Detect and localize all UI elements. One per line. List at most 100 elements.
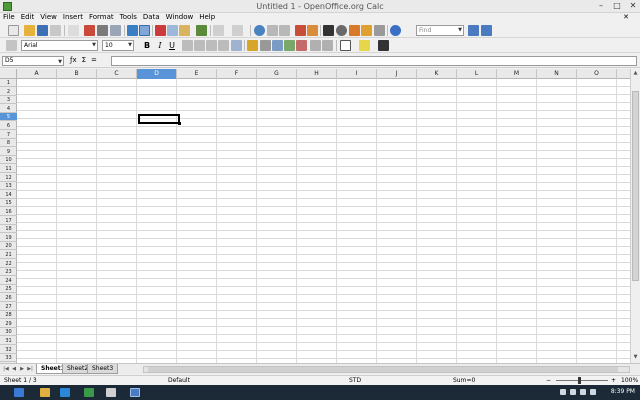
zoom-level[interactable]: 100% [621, 377, 638, 384]
navigator-icon[interactable] [336, 25, 347, 36]
edit-file-icon[interactable] [68, 25, 79, 36]
column-header-h[interactable]: H [297, 69, 337, 79]
row-header-19[interactable]: 19 [0, 234, 17, 242]
vertical-scroll-thumb[interactable] [632, 91, 639, 281]
scroll-up-icon[interactable]: ▲ [631, 69, 640, 78]
row-header-13[interactable]: 13 [0, 182, 17, 191]
borders-icon[interactable] [340, 40, 351, 51]
dropbox-icon[interactable] [60, 388, 70, 397]
network-icon[interactable] [570, 389, 576, 395]
italic-button[interactable]: I [155, 40, 165, 51]
background-color-icon[interactable] [359, 40, 370, 51]
font-name-select[interactable]: Arial ▼ [21, 40, 98, 51]
function-wizard-icon[interactable]: ƒx [70, 56, 77, 64]
row-header-2[interactable]: 2 [0, 88, 17, 96]
chevron-down-icon[interactable]: ▼ [128, 42, 132, 48]
close-button[interactable]: ✕ [628, 1, 638, 10]
row-header-17[interactable]: 17 [0, 217, 17, 225]
next-sheet-icon[interactable]: ▶ [18, 365, 26, 373]
formula-input[interactable] [111, 56, 637, 66]
minimize-button[interactable]: – [596, 1, 606, 10]
column-header-o[interactable]: O [577, 69, 617, 79]
paste-icon[interactable] [179, 25, 190, 36]
delete-decimal-icon[interactable] [296, 40, 307, 51]
save-icon[interactable] [37, 25, 48, 36]
currency-format-icon[interactable] [247, 40, 258, 51]
app-icon[interactable] [106, 388, 116, 397]
column-header-l[interactable]: L [457, 69, 497, 79]
volume-icon[interactable] [580, 389, 586, 395]
row-header-12[interactable]: 12 [0, 174, 17, 182]
row-header-29[interactable]: 29 [0, 320, 17, 328]
find-previous-icon[interactable] [481, 25, 492, 36]
increase-indent-icon[interactable] [322, 40, 333, 51]
font-color-icon[interactable] [378, 40, 389, 51]
tab-sheet3[interactable]: Sheet3 [87, 364, 119, 374]
row-header-18[interactable]: 18 [0, 225, 17, 234]
tray-arrow-icon[interactable] [560, 389, 566, 395]
selection-mode[interactable]: STD [349, 377, 361, 384]
row-header-21[interactable]: 21 [0, 251, 17, 259]
row-header-5[interactable]: 5 [0, 113, 17, 122]
column-header-d[interactable]: D [137, 69, 177, 79]
row-header-20[interactable]: 20 [0, 242, 17, 251]
row-header-15[interactable]: 15 [0, 199, 17, 208]
function-icon[interactable]: = [91, 56, 97, 64]
menu-format[interactable]: Format [89, 13, 114, 23]
row-header-11[interactable]: 11 [0, 165, 17, 173]
row-header-9[interactable]: 9 [0, 148, 17, 156]
row-header-6[interactable]: 6 [0, 122, 17, 130]
close-document-icon[interactable]: ✕ [623, 13, 629, 21]
email-icon[interactable] [50, 25, 61, 36]
styles-icon[interactable] [6, 40, 17, 51]
page-preview-icon[interactable] [110, 25, 121, 36]
sort-ascending-icon[interactable] [267, 25, 278, 36]
horizontal-scroll-thumb[interactable] [148, 367, 618, 372]
chevron-down-icon[interactable]: ▼ [58, 58, 62, 66]
row-header-24[interactable]: 24 [0, 277, 17, 285]
percent-format-icon[interactable] [260, 40, 271, 51]
decrease-indent-icon[interactable] [310, 40, 321, 51]
scroll-down-icon[interactable]: ▼ [631, 353, 640, 362]
column-header-j[interactable]: J [377, 69, 417, 79]
row-header-1[interactable]: 1 [0, 79, 17, 87]
autospell-icon[interactable] [139, 25, 150, 36]
menu-edit[interactable]: Edit [21, 13, 35, 23]
sort-descending-icon[interactable] [279, 25, 290, 36]
help-icon[interactable] [390, 25, 401, 36]
justify-icon[interactable] [218, 40, 229, 51]
insert-chart-icon[interactable] [295, 25, 306, 36]
add-decimal-icon[interactable] [284, 40, 295, 51]
pivot-table-icon[interactable] [307, 25, 318, 36]
openoffice-icon[interactable] [84, 388, 94, 397]
hyperlink-icon[interactable] [254, 25, 265, 36]
column-header-f[interactable]: F [217, 69, 257, 79]
row-header-28[interactable]: 28 [0, 311, 17, 320]
zoom-icon[interactable] [374, 25, 385, 36]
align-center-icon[interactable] [194, 40, 205, 51]
cut-icon[interactable] [155, 25, 166, 36]
find-replace-icon[interactable] [323, 25, 334, 36]
menu-insert[interactable]: Insert [63, 13, 83, 23]
zoom-slider[interactable] [556, 380, 608, 381]
gallery-icon[interactable] [349, 25, 360, 36]
menu-help[interactable]: Help [199, 13, 215, 23]
page-style[interactable]: Default [168, 377, 190, 384]
menu-tools[interactable]: Tools [120, 13, 137, 23]
horizontal-scrollbar[interactable] [143, 366, 630, 373]
sum-icon[interactable]: Σ [82, 56, 86, 64]
column-header-c[interactable]: C [97, 69, 137, 79]
column-header-i[interactable]: I [337, 69, 377, 79]
flag-icon[interactable] [590, 389, 596, 395]
row-header-30[interactable]: 30 [0, 328, 17, 337]
row-header-8[interactable]: 8 [0, 139, 17, 148]
underline-button[interactable]: U [167, 40, 177, 51]
menu-view[interactable]: View [40, 13, 57, 23]
chevron-down-icon[interactable]: ▼ [458, 27, 462, 33]
first-sheet-icon[interactable]: |◀ [2, 365, 10, 373]
column-header-n[interactable]: N [537, 69, 577, 79]
last-sheet-icon[interactable]: ▶| [26, 365, 34, 373]
row-header-25[interactable]: 25 [0, 285, 17, 294]
align-right-icon[interactable] [206, 40, 217, 51]
row-header-26[interactable]: 26 [0, 294, 17, 302]
